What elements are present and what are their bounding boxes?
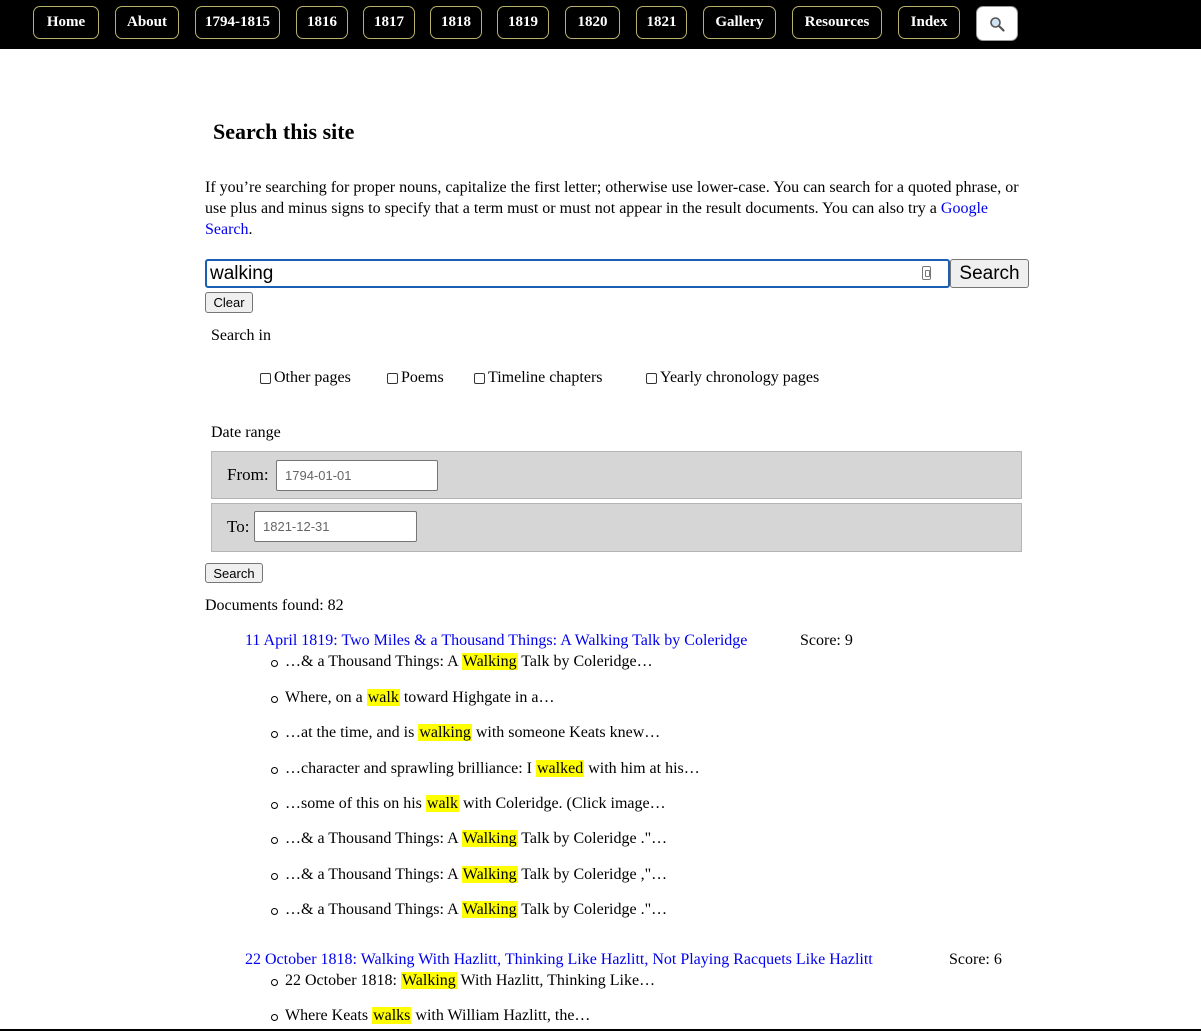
clear-button[interactable]: Clear xyxy=(205,292,253,313)
result-snippet: …& a Thousand Things: A Walking Talk by … xyxy=(270,901,668,918)
date-range-label: Date range xyxy=(211,424,281,441)
page-title: Search this site xyxy=(213,119,355,144)
search-hit: walked xyxy=(536,760,585,777)
search-hit: walks xyxy=(372,1007,412,1024)
nav-search-button[interactable] xyxy=(976,6,1018,41)
filter-yearly-chronology[interactable]: Yearly chronology pages xyxy=(646,369,819,387)
result-title-1[interactable]: 11 April 1819: Two Miles & a Thousand Th… xyxy=(245,632,747,650)
filter-label: Timeline chapters xyxy=(488,369,603,386)
date-search-button[interactable]: Search xyxy=(205,563,263,583)
result-snippet: …& a Thousand Things: A Walking Talk by … xyxy=(270,830,668,847)
date-from-row: From: 1794-01-01 xyxy=(211,451,1022,499)
filter-timeline-chapters[interactable]: Timeline chapters xyxy=(474,369,603,387)
filter-other-pages[interactable]: Other pages xyxy=(260,369,351,387)
result-title-2[interactable]: 22 October 1818: Walking With Hazlitt, T… xyxy=(245,951,873,969)
nav-1821[interactable]: 1821 xyxy=(636,6,687,39)
date-from-input[interactable]: 1794-01-01 xyxy=(276,460,438,491)
search-hit: walk xyxy=(366,689,400,706)
nav-gallery[interactable]: Gallery xyxy=(703,6,776,39)
result-snippet: Where, on a walk toward Highgate in a… xyxy=(270,689,555,706)
search-field-wrapper xyxy=(205,259,950,288)
nav-1794-1815[interactable]: 1794-1815 xyxy=(195,6,280,39)
result-score-2: Score: 6 xyxy=(949,951,1002,968)
search-in-label: Search in xyxy=(211,327,271,344)
nav-1816[interactable]: 1816 xyxy=(296,6,348,39)
instructions-text: If you’re searching for proper nouns, ca… xyxy=(205,179,1019,217)
to-label: To: xyxy=(227,517,250,536)
result-score-1: Score: 9 xyxy=(800,632,853,649)
search-button[interactable]: Search xyxy=(950,259,1029,288)
results-count: Documents found: 82 xyxy=(205,597,344,614)
nav-resources[interactable]: Resources xyxy=(792,6,882,39)
result-snippet: …& a Thousand Things: A Walking Talk by … xyxy=(270,866,668,883)
checkbox-yearly-chronology[interactable] xyxy=(646,372,657,384)
search-hit: Walking xyxy=(461,901,518,918)
password-manager-icon[interactable] xyxy=(922,266,931,280)
result-snippet: 22 October 1818: Walking With Hazlitt, T… xyxy=(270,972,656,989)
nav-about[interactable]: About xyxy=(115,6,179,39)
nav-1818[interactable]: 1818 xyxy=(430,6,482,39)
result-snippet: Where Keats walks with William Hazlitt, … xyxy=(270,1007,591,1024)
checkbox-other-pages[interactable] xyxy=(260,372,271,384)
nav-index[interactable]: Index xyxy=(898,6,960,39)
nav-1817[interactable]: 1817 xyxy=(363,6,415,39)
result-snippet: …& a Thousand Things: A Walking Talk by … xyxy=(271,653,653,670)
filter-label: Poems xyxy=(401,369,444,386)
magnifier-icon xyxy=(990,16,1005,32)
checkbox-timeline-chapters[interactable] xyxy=(474,372,485,384)
nav-home[interactable]: Home xyxy=(33,6,99,39)
search-hit: Walking xyxy=(400,972,457,989)
search-hit: Walking xyxy=(461,653,518,670)
search-hit: walk xyxy=(425,795,459,812)
search-hit: walking xyxy=(418,724,472,741)
date-to-row: To: 1821-12-31 xyxy=(211,503,1022,552)
checkbox-poems[interactable] xyxy=(387,372,398,384)
filter-poems[interactable]: Poems xyxy=(387,369,444,387)
nav-1820[interactable]: 1820 xyxy=(565,6,620,39)
search-input[interactable] xyxy=(207,261,910,286)
from-label: From: xyxy=(227,465,269,484)
filter-label: Other pages xyxy=(274,369,351,386)
result-snippet: …at the time, and is walking with someon… xyxy=(270,724,661,741)
search-hit: Walking xyxy=(461,866,518,883)
result-snippet: …character and sprawling brilliance: I w… xyxy=(271,760,700,777)
result-snippet: …some of this on his walk with Coleridge… xyxy=(271,795,666,812)
search-instructions: If you’re searching for proper nouns, ca… xyxy=(205,177,1025,240)
nav-1819[interactable]: 1819 xyxy=(497,6,549,39)
search-hit: Walking xyxy=(461,830,518,847)
instructions-end: . xyxy=(248,221,253,238)
date-to-input[interactable]: 1821-12-31 xyxy=(254,511,417,542)
filter-label: Yearly chronology pages xyxy=(660,369,820,386)
top-nav: Home About 1794-1815 1816 1817 1818 1819… xyxy=(0,0,1201,49)
